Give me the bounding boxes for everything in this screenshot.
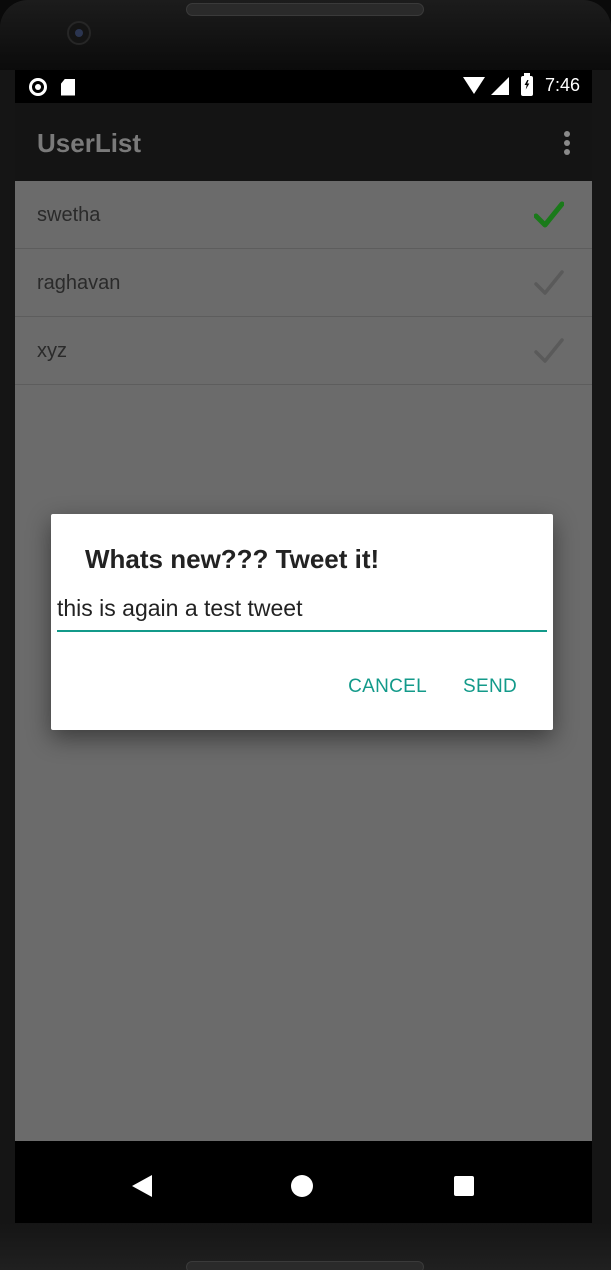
dialog-title: Whats new??? Tweet it! bbox=[85, 544, 380, 574]
list-item[interactable]: swetha bbox=[15, 181, 592, 249]
checkmark-icon[interactable] bbox=[534, 201, 564, 229]
home-icon[interactable] bbox=[291, 1175, 313, 1197]
checkmark-icon[interactable] bbox=[534, 337, 564, 365]
navigation-bar bbox=[15, 1141, 592, 1223]
dialog-actions: CANCEL SEND bbox=[348, 676, 517, 698]
back-icon[interactable] bbox=[132, 1175, 152, 1197]
phone-frame: 7:46 UserList swetha raghavan xyz Whats … bbox=[0, 0, 611, 1270]
right-bezel bbox=[592, 70, 611, 1223]
recents-icon[interactable] bbox=[454, 1176, 474, 1196]
front-camera bbox=[67, 21, 91, 45]
battery-charging-icon bbox=[520, 72, 533, 96]
app-bar: UserList bbox=[15, 103, 592, 181]
signal-icon bbox=[490, 76, 509, 95]
overflow-menu-icon[interactable] bbox=[564, 131, 570, 155]
list-item[interactable]: xyz bbox=[15, 317, 592, 385]
wifi-icon bbox=[462, 77, 485, 94]
user-name: raghavan bbox=[37, 272, 121, 294]
left-bezel bbox=[0, 70, 15, 1223]
earpiece-speaker bbox=[186, 3, 424, 16]
record-icon bbox=[29, 78, 47, 96]
user-list: swetha raghavan xyz bbox=[15, 181, 592, 385]
user-name: swetha bbox=[37, 204, 101, 226]
status-bar: 7:46 bbox=[15, 70, 592, 103]
bottom-bezel bbox=[0, 1223, 611, 1270]
sd-card-icon bbox=[61, 78, 75, 96]
tweet-dialog: Whats new??? Tweet it! this is again a t… bbox=[51, 514, 553, 730]
top-bezel bbox=[0, 0, 611, 70]
cancel-button[interactable]: CANCEL bbox=[348, 676, 427, 698]
list-item[interactable]: raghavan bbox=[15, 249, 592, 317]
tweet-input[interactable]: this is again a test tweet bbox=[57, 594, 547, 632]
status-time: 7:46 bbox=[544, 75, 580, 95]
checkmark-icon[interactable] bbox=[534, 269, 564, 297]
user-name: xyz bbox=[37, 340, 67, 362]
bottom-speaker bbox=[186, 1261, 424, 1270]
app-title: UserList bbox=[37, 128, 142, 158]
send-button[interactable]: SEND bbox=[463, 676, 517, 698]
screen: 7:46 UserList swetha raghavan xyz Whats … bbox=[15, 70, 592, 1223]
